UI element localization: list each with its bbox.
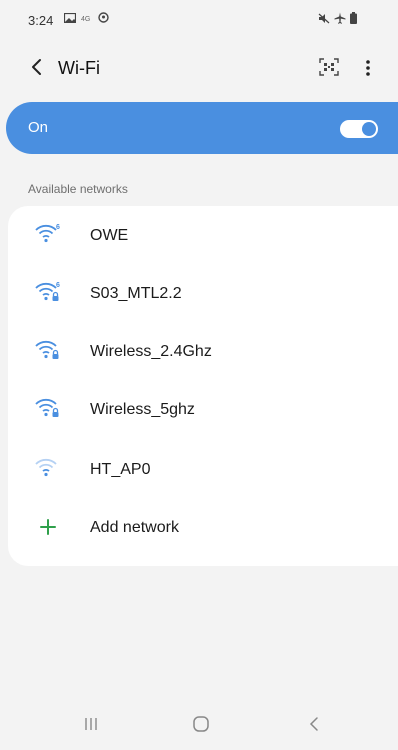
network-item[interactable]: Wireless_2.4Ghz: [8, 324, 398, 382]
available-networks-header: Available networks: [28, 182, 128, 196]
recents-icon[interactable]: [76, 712, 106, 736]
wifi-switch[interactable]: [340, 120, 378, 138]
network-item[interactable]: HT_AP0: [8, 442, 398, 500]
app-bar: Wi-Fi: [0, 50, 398, 86]
network-item[interactable]: 6 OWE: [8, 208, 398, 266]
wifi-6-lock-icon: 6: [35, 282, 60, 301]
airplane-icon: [334, 12, 346, 24]
wifi-6-icon: 6: [35, 224, 60, 243]
status-bar: 3:24 4G: [0, 0, 398, 34]
add-network-label: Add network: [90, 519, 179, 536]
page-title: Wi-Fi: [58, 58, 100, 78]
sync-icon: [98, 12, 109, 23]
more-vert-icon[interactable]: [360, 55, 376, 81]
wifi-lock-icon: [35, 340, 59, 359]
networks-list: 6 OWE 6 S03_MTL2.2 Wireless_2.4Ghz Wirel…: [8, 206, 398, 566]
wifi-switch-knob: [362, 122, 376, 136]
battery-icon: [350, 12, 357, 24]
chevron-left-icon[interactable]: [26, 54, 48, 80]
gallery-icon: [64, 12, 76, 23]
network-item[interactable]: 6 S03_MTL2.2: [8, 266, 398, 324]
status-time: 3:24: [28, 13, 54, 28]
wifi-toggle-card[interactable]: On: [6, 102, 398, 154]
svg-text:6: 6: [56, 224, 60, 231]
home-icon[interactable]: [186, 712, 216, 736]
svg-text:4G: 4G: [81, 16, 90, 23]
network-name: Wireless_5ghz: [90, 401, 195, 418]
qr-scan-icon[interactable]: [318, 57, 340, 77]
wifi-lock-icon: [35, 398, 59, 417]
plus-icon: [40, 519, 56, 535]
status-right-icons: [318, 12, 357, 24]
network-name: S03_MTL2.2: [90, 285, 182, 302]
back-icon[interactable]: [300, 712, 330, 736]
status-left-icons: 4G: [64, 12, 109, 23]
wifi-weak-icon: [35, 458, 57, 477]
mute-icon: [318, 13, 330, 23]
network-item[interactable]: Wireless_5ghz: [8, 382, 398, 440]
svg-text:6: 6: [56, 282, 60, 289]
network-name: OWE: [90, 227, 129, 244]
network-name: HT_AP0: [90, 461, 151, 478]
wifi-toggle-label: On: [28, 119, 49, 136]
add-network-item[interactable]: Add network: [8, 500, 398, 558]
network-name: Wireless_2.4Ghz: [90, 343, 212, 360]
navigation-bar: [0, 700, 398, 750]
data-icon: 4G: [81, 16, 90, 23]
